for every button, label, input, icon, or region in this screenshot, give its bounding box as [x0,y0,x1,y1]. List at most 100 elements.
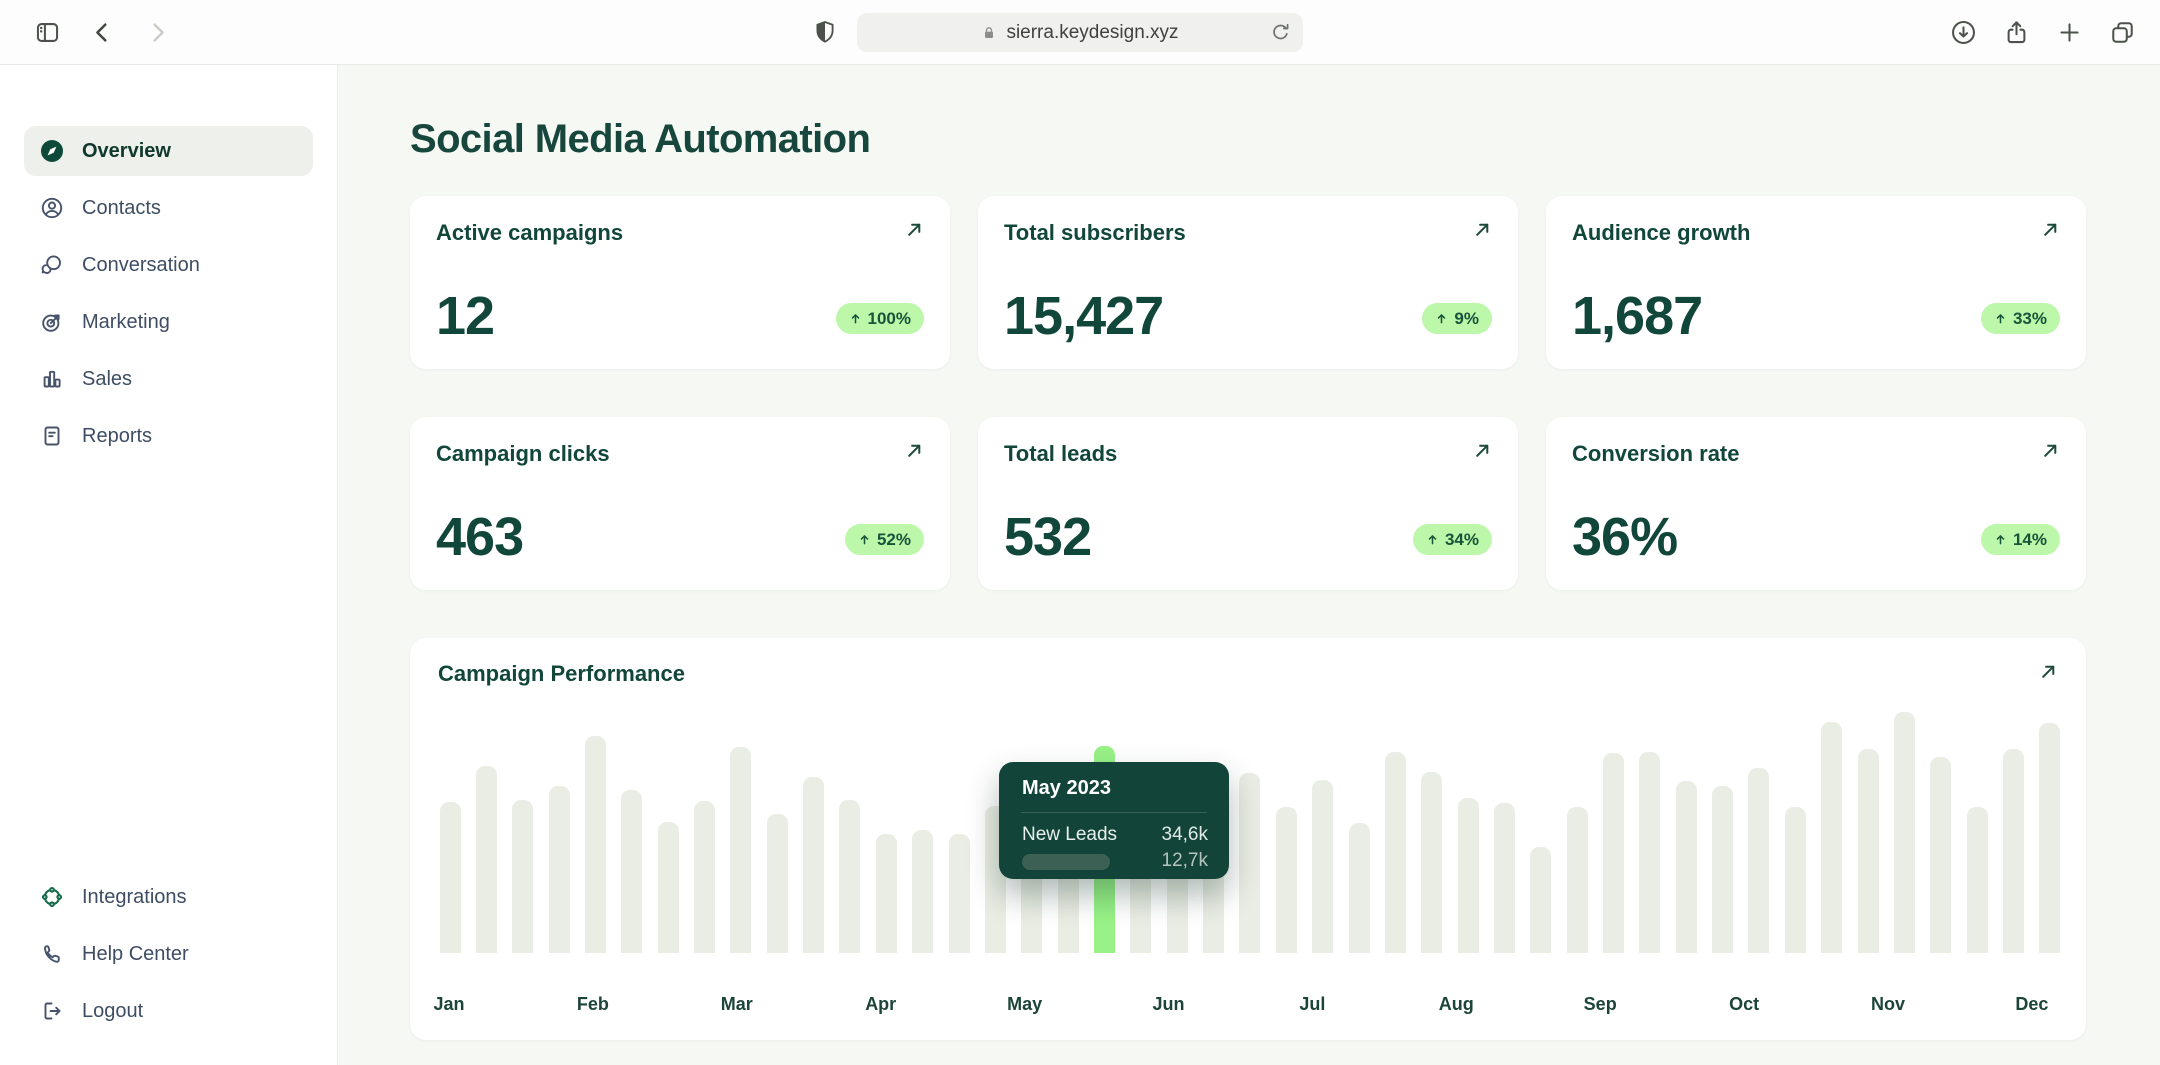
chart-bar[interactable] [876,834,897,953]
sidebar-item-label: Integrations [82,886,187,909]
sidebar-item-label: Overview [82,140,171,163]
lock-icon [981,25,997,41]
sidebar-item-conversation[interactable]: Conversation [24,240,313,290]
arrow-up-right-icon[interactable] [2039,218,2062,241]
x-axis-label: May [1007,994,1042,1015]
stat-card-audience-growth: Audience growth1,68733% [1546,196,2086,369]
chart-bar[interactable] [1858,749,1879,953]
arrow-up-icon [1435,312,1448,325]
chart-bar[interactable] [1239,773,1260,953]
sidebar-item-overview[interactable]: Overview [24,126,313,176]
x-axis-label: Jun [1152,994,1184,1015]
chart-bar[interactable] [1530,847,1551,953]
document-icon [40,424,64,448]
sidebar-item-contacts[interactable]: Contacts [24,183,313,233]
x-axis-label: Aug [1439,994,1474,1015]
x-axis-label: Jul [1299,994,1325,1015]
share-icon[interactable] [2003,19,2030,46]
chart-bar[interactable] [694,801,715,953]
sidebar-nav: Overview Contacts Conversation Marketing Sal… [24,126,313,468]
arrow-up-right-icon[interactable] [1471,218,1494,241]
stat-card-title: Conversion rate [1572,441,1740,467]
chart-bar[interactable] [1567,807,1588,953]
arrow-up-icon [849,312,862,325]
chart-bar[interactable] [1458,798,1479,953]
chart-bar[interactable] [549,786,570,953]
chart-bar[interactable] [1748,768,1769,953]
chart-bar[interactable] [440,802,461,953]
main-content: Social Media Automation Active campaigns… [338,65,2160,1065]
sidebar-item-help-center[interactable]: Help Center [24,929,313,979]
chart-bar[interactable] [1385,752,1406,953]
chart-bar[interactable] [1785,807,1806,953]
arrow-up-right-icon[interactable] [903,439,926,462]
chart-bar[interactable] [767,814,788,953]
stat-card-title: Total leads [1004,441,1117,467]
chart-bar[interactable] [2039,723,2060,953]
reload-icon[interactable] [1269,21,1292,44]
sidebar-item-integrations[interactable]: Integrations [24,872,313,922]
download-icon[interactable] [1950,19,1977,46]
chart-tooltip: May 2023 New Leads 34,6k 12,7k [999,762,1229,879]
new-tab-icon[interactable] [2056,19,2083,46]
chart-bar[interactable] [2003,749,2024,953]
logout-icon [40,999,64,1023]
tooltip-value-primary: 34,6k [1162,824,1208,846]
sidebar-item-marketing[interactable]: Marketing [24,297,313,347]
chart-bar[interactable] [1494,803,1515,953]
stat-change-value: 33% [2013,309,2047,329]
chart-bar[interactable] [1712,786,1733,953]
chart-bar[interactable] [730,747,751,953]
stat-change-value: 34% [1445,530,1479,550]
stat-card-value: 1,687 [1572,285,1702,347]
chart-bar[interactable] [839,800,860,953]
chart-bar[interactable] [512,800,533,953]
chart-bar[interactable] [585,736,606,953]
sidebar: Overview Contacts Conversation Marketing Sal… [0,65,338,1065]
stat-card-title: Campaign clicks [436,441,610,467]
chart-bar[interactable] [912,830,933,953]
chart-bar[interactable] [1894,712,1915,953]
chart-bar[interactable] [803,777,824,953]
sidebar-item-reports[interactable]: Reports [24,411,313,461]
chart-bar[interactable] [1349,823,1370,953]
chart-bar[interactable] [949,834,970,953]
arrow-up-icon [1994,312,2007,325]
shield-icon[interactable] [812,19,838,46]
tabs-overview-icon[interactable] [2109,19,2136,46]
chart-bar[interactable] [476,766,497,953]
chart-bar[interactable] [1312,780,1333,953]
chart-bar[interactable] [1603,753,1624,953]
x-axis-label: Mar [721,994,753,1015]
sidebar-item-label: Logout [82,1000,143,1023]
chart-bar[interactable] [1639,752,1660,953]
chart-bar[interactable] [1676,781,1697,953]
chart-bar[interactable] [1930,757,1951,953]
chart-bar[interactable] [1967,807,1988,953]
sidebar-item-label: Conversation [82,254,200,277]
x-axis-label: Dec [2015,994,2048,1015]
chart-bar[interactable] [1276,807,1297,953]
forward-icon[interactable] [144,19,171,46]
chart-bar[interactable] [621,790,642,953]
arrow-up-right-icon[interactable] [903,218,926,241]
x-axis-label: Sep [1584,994,1617,1015]
stat-change-badge: 34% [1413,524,1492,555]
address-bar[interactable]: sierra.keydesign.xyz [857,13,1303,52]
stats-grid: Active campaigns12100%Total subscribers1… [410,196,2086,590]
chat-bubbles-icon [40,253,64,277]
sidebar-item-sales[interactable]: Sales [24,354,313,404]
tooltip-value-secondary: 12,7k [1162,850,1208,872]
chart-bar[interactable] [658,822,679,953]
chart-bar[interactable] [1821,722,1842,953]
back-icon[interactable] [89,19,116,46]
arrow-up-right-icon[interactable] [1471,439,1494,462]
arrow-up-icon [858,533,871,546]
sidebar-item-logout[interactable]: Logout [24,986,313,1036]
stat-card-title: Total subscribers [1004,220,1186,246]
stat-card-value: 12 [436,285,494,347]
sidebar-toggle-icon[interactable] [34,19,61,46]
chart-bar[interactable] [1421,772,1442,953]
arrow-up-right-icon[interactable] [2037,660,2060,683]
arrow-up-right-icon[interactable] [2039,439,2062,462]
